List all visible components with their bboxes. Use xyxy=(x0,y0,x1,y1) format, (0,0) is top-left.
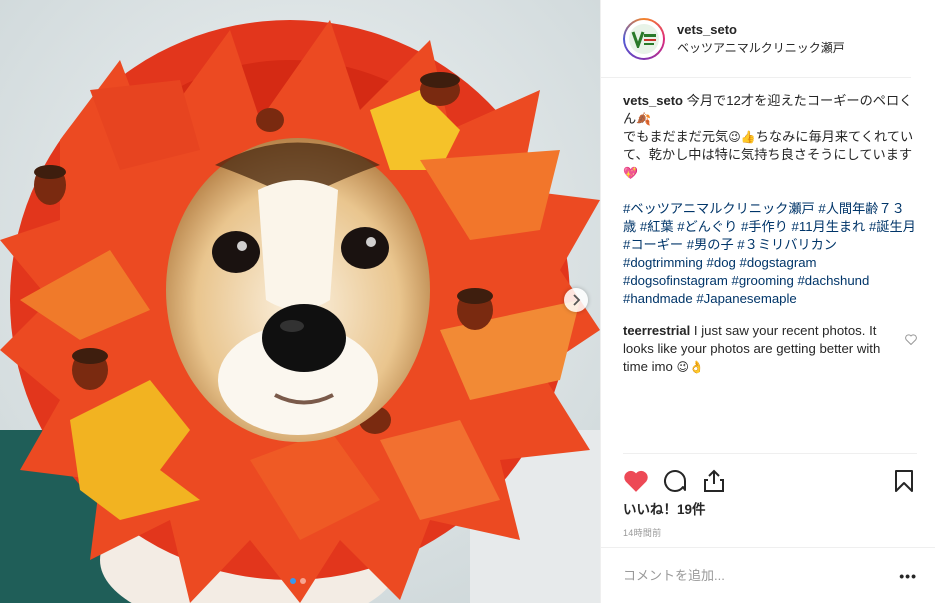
more-options-button[interactable]: ••• xyxy=(899,568,917,584)
heart-filled-icon xyxy=(624,470,648,492)
wink-thumbs-emoji-icon: 😉👍 xyxy=(728,130,756,144)
heart-emoji-icon: 💖 xyxy=(623,166,638,180)
header-username[interactable]: vets_seto xyxy=(677,21,845,39)
likes-count[interactable]: いいね！19件 xyxy=(601,499,935,521)
comment-item: teerrestrial I just saw your recent phot… xyxy=(623,322,917,376)
bookmark-icon xyxy=(895,469,913,492)
action-bar xyxy=(623,453,917,499)
caption-username[interactable]: vets_seto xyxy=(623,93,683,108)
post-header: vets_seto ベッツアニマルクリニック瀬戸 xyxy=(601,0,911,78)
chevron-right-icon xyxy=(573,294,581,306)
caption-hashtags: #ベッツアニマルクリニック瀬戸 #人間年齢７３歳 #紅葉 #どんぐり #手作り … xyxy=(623,200,917,308)
caption-text-line2: でもまだまだ元気 xyxy=(623,129,729,144)
comment-input[interactable] xyxy=(623,568,900,583)
carousel-dots xyxy=(290,578,306,584)
dog-photo-illustration xyxy=(0,0,600,603)
like-button[interactable] xyxy=(623,468,649,494)
caption: vets_seto 今月で12才を迎えたコーギーのペロくん🍂 でもまだまだ元気😉… xyxy=(623,92,917,308)
add-comment-bar: ••• xyxy=(601,547,935,603)
post-timestamp[interactable]: 14時間前 xyxy=(601,521,935,547)
instagram-post: vets_seto ベッツアニマルクリニック瀬戸 vets_seto 今月で12… xyxy=(0,0,935,603)
clinic-logo-icon xyxy=(631,30,656,48)
carousel-dot xyxy=(300,578,306,584)
comments-area: vets_seto 今月で12才を迎えたコーギーのペロくん🍂 でもまだまだ元気😉… xyxy=(601,78,935,453)
hashtag-links[interactable]: #ベッツアニマルクリニック瀬戸 #人間年齢７３歳 #紅葉 #どんぐり #手作り … xyxy=(623,201,916,306)
comment-button[interactable] xyxy=(662,468,688,494)
carousel-dot-active xyxy=(290,578,296,584)
wink-ok-emoji-icon: 😉👌 xyxy=(676,360,704,374)
save-button[interactable] xyxy=(891,468,917,494)
comment-username[interactable]: teerrestrial xyxy=(623,323,690,338)
post-side-panel: vets_seto ベッツアニマルクリニック瀬戸 vets_seto 今月で12… xyxy=(600,0,935,603)
share-icon xyxy=(704,469,724,492)
post-photo[interactable] xyxy=(0,0,600,603)
comment-bubble-icon xyxy=(664,469,686,492)
share-button[interactable] xyxy=(701,468,727,494)
comment-like-heart-icon[interactable] xyxy=(905,334,917,345)
header-location[interactable]: ベッツアニマルクリニック瀬戸 xyxy=(677,39,845,57)
leaf-emoji-icon: 🍂 xyxy=(636,112,652,126)
carousel-next-button[interactable] xyxy=(564,288,588,312)
avatar[interactable] xyxy=(623,17,665,60)
